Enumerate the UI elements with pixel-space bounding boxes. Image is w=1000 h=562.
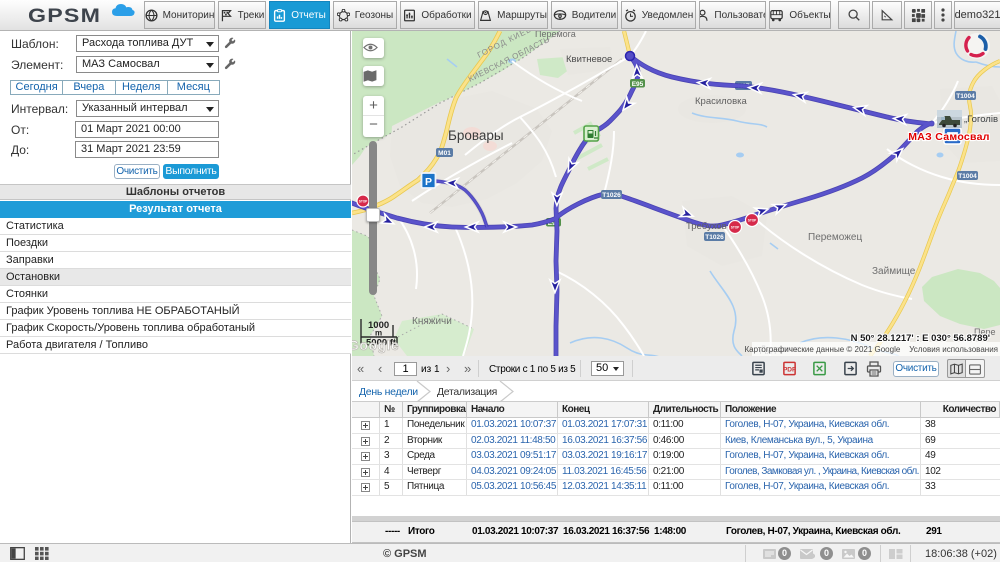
svg-text:Е95: Е95 xyxy=(632,81,644,88)
svg-text:МАЗ Самосвал: МАЗ Самосвал xyxy=(908,131,990,143)
svg-text:PDF: PDF xyxy=(783,366,796,373)
svg-text:STOP: STOP xyxy=(731,226,740,230)
svg-text:Картографические данные © 2021: Картографические данные © 2021 Google Ус… xyxy=(744,345,998,354)
svg-text:Переможец: Переможец xyxy=(808,232,862,243)
svg-text:Квитневое: Квитневое xyxy=(566,54,612,65)
svg-text:Google: Google xyxy=(352,337,399,353)
svg-text:Княжичи: Княжичи xyxy=(412,316,452,327)
svg-text:P: P xyxy=(425,176,432,188)
svg-text:N 50° 28.1217' : E 030° 56.878: N 50° 28.1217' : E 030° 56.8789' xyxy=(851,333,990,344)
svg-text:Т1026: Т1026 xyxy=(705,234,724,241)
svg-text:Бровары: Бровары xyxy=(448,128,504,143)
svg-text:STOP: STOP xyxy=(748,219,757,223)
svg-text:Т1004: Т1004 xyxy=(958,173,977,180)
svg-text:Красиловка: Красиловка xyxy=(695,96,748,107)
svg-text:STOP: STOP xyxy=(359,200,368,204)
svg-text:Займище: Займище xyxy=(872,266,916,277)
svg-text:„Гоголів: „Гоголів xyxy=(964,114,998,125)
svg-text:Т1004: Т1004 xyxy=(956,93,975,100)
svg-text:Т1026: Т1026 xyxy=(602,192,621,199)
svg-text:Требухов: Требухов xyxy=(686,221,727,232)
svg-text:М01: М01 xyxy=(438,150,451,157)
